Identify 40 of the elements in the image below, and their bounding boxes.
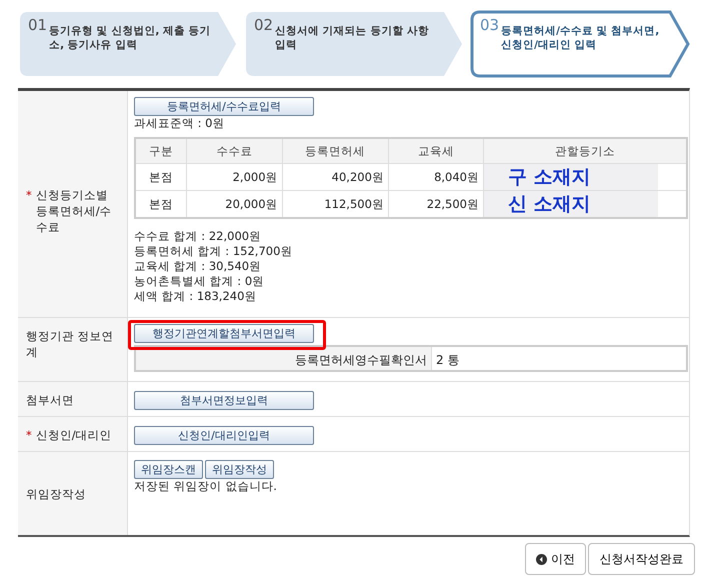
total-text: 등록면허세 합계 : 152,700원 [134,244,292,259]
table-cell: 2,000원 [186,164,282,190]
column-header: 구분 [135,138,187,164]
attachment-button[interactable]: 첨부서면정보입력 [134,390,314,410]
proxy-button[interactable]: 위임장스캔 [134,460,203,479]
step-number: 03 [480,16,500,34]
proxy-button[interactable]: 위임장작성 [205,460,274,479]
column-header: 교육세 [388,138,484,164]
step-label: 신청서에 기재되는 등기할 사항 입력 [275,24,430,52]
step-number: 02 [254,16,274,34]
required-mark: * [26,427,32,443]
fee-input-button[interactable]: 등록면허세/수수료입력 [134,97,314,116]
step-number: 01 [28,16,48,34]
column-header: 등록면허세 [282,138,388,164]
applicant-button[interactable]: 신청인/대리인입력 [134,426,314,444]
field-label: 행정기관 정보연계 [26,328,115,360]
field-label: 위임장작성 [26,486,86,502]
total-text: 농어촌특별세 합계 : 0원 [134,274,266,289]
proxy-message: 저장된 위임장이 없습니다. [134,479,277,494]
complete-button[interactable]: 신청서작성완료 [588,543,695,575]
table-cell: 2 통 [432,347,686,370]
required-mark: * [26,187,32,203]
table-cell: 구 소재지 [484,164,687,190]
agency-attachment-button[interactable]: 행정기관연계할첨부서면입력 [134,324,314,343]
total-text: 세액 합계 : 183,240원 [134,289,258,304]
table-cell: 40,200원 [282,164,388,190]
tax-base-text: 과세표준액 : 0원 [134,116,225,131]
table-cell: 8,040원 [388,164,484,190]
total-text: 수수료 합계 : 22,000원 [134,229,262,244]
total-text: 교육세 합계 : 30,540원 [134,259,262,274]
back-icon [536,554,547,564]
field-label: 첨부서면 [26,392,74,408]
column-header: 수수료 [186,138,282,164]
field-label: 신청인/대리인 [36,427,112,443]
step-label: 등기유형 및 신청법인, 제출 등기소, 등기사유 입력 [49,24,212,52]
table-cell: 본점 [135,164,187,190]
column-header: 관할등기소 [484,138,687,164]
step-label: 등록면허세/수수료 및 첨부서면, 신청인/대리인 입력 [501,24,660,52]
field-label: 신청등기소별 등록면허세/수수료 [36,187,113,235]
previous-button[interactable]: 이전 [525,543,586,575]
